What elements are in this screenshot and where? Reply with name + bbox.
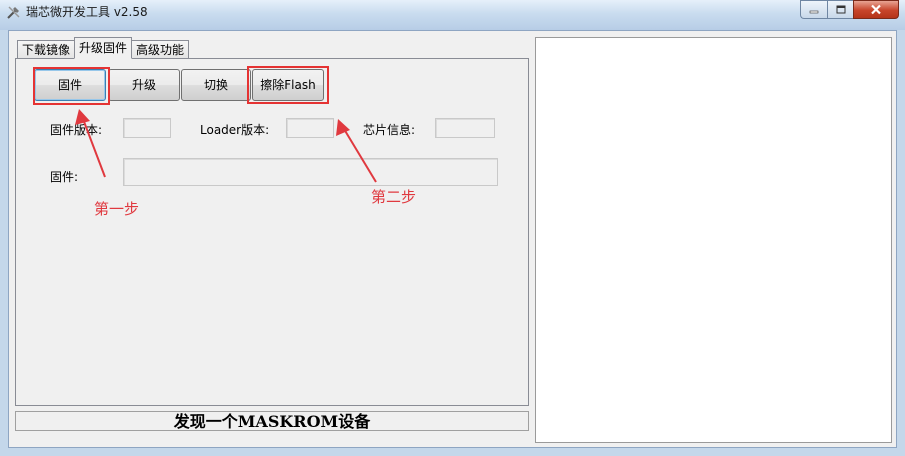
firmware-button[interactable]: 固件: [34, 69, 106, 101]
status-bar: 发现一个MASKROM设备: [15, 411, 529, 431]
arrow-step1: [75, 109, 106, 178]
switch-button[interactable]: 切换: [181, 69, 251, 101]
loader-version-field: [286, 118, 334, 138]
chip-info-field: [435, 118, 495, 138]
maximize-icon: [836, 5, 845, 14]
window-title: 瑞芯微开发工具 v2.58: [26, 5, 148, 19]
firmware-version-field: [123, 118, 171, 138]
firmware-version-label: 固件版本:: [50, 123, 103, 137]
minimize-button[interactable]: [800, 0, 827, 19]
chip-info-label: 芯片信息:: [363, 123, 416, 137]
loader-version-label: Loader版本:: [200, 123, 270, 137]
tab-advanced[interactable]: 高级功能: [131, 40, 190, 59]
log-panel[interactable]: [535, 37, 892, 443]
wrench-screwdriver-icon: [6, 4, 22, 20]
upgrade-firmware-panel: 固件 升级 切换 擦除Flash 固件版本: Loader版本: 芯片信息: 固…: [15, 58, 529, 406]
annotation-arrows: [75, 109, 377, 183]
step2-annotation: 第二步: [371, 188, 417, 206]
window-controls: [800, 0, 899, 19]
firmware-path-label: 固件:: [50, 170, 79, 184]
minimize-icon: [809, 10, 819, 13]
tab-strip: 下载镜像 升级固件 高级功能: [17, 37, 190, 59]
step1-annotation: 第一步: [94, 200, 140, 218]
maximize-button[interactable]: [827, 0, 853, 19]
tab-download-image[interactable]: 下载镜像: [17, 40, 76, 59]
close-icon: [871, 4, 881, 15]
main-window: 下载镜像 升级固件 高级功能 固件 升级 切换 擦除Flash 固件版本: Lo…: [8, 30, 897, 448]
firmware-path-field: [123, 158, 498, 186]
erase-flash-button[interactable]: 擦除Flash: [252, 69, 324, 101]
title-bar[interactable]: 瑞芯微开发工具 v2.58: [0, 0, 905, 30]
upgrade-button[interactable]: 升级: [108, 69, 180, 101]
tab-upgrade-firmware[interactable]: 升级固件: [74, 37, 133, 59]
close-button[interactable]: [853, 0, 899, 19]
